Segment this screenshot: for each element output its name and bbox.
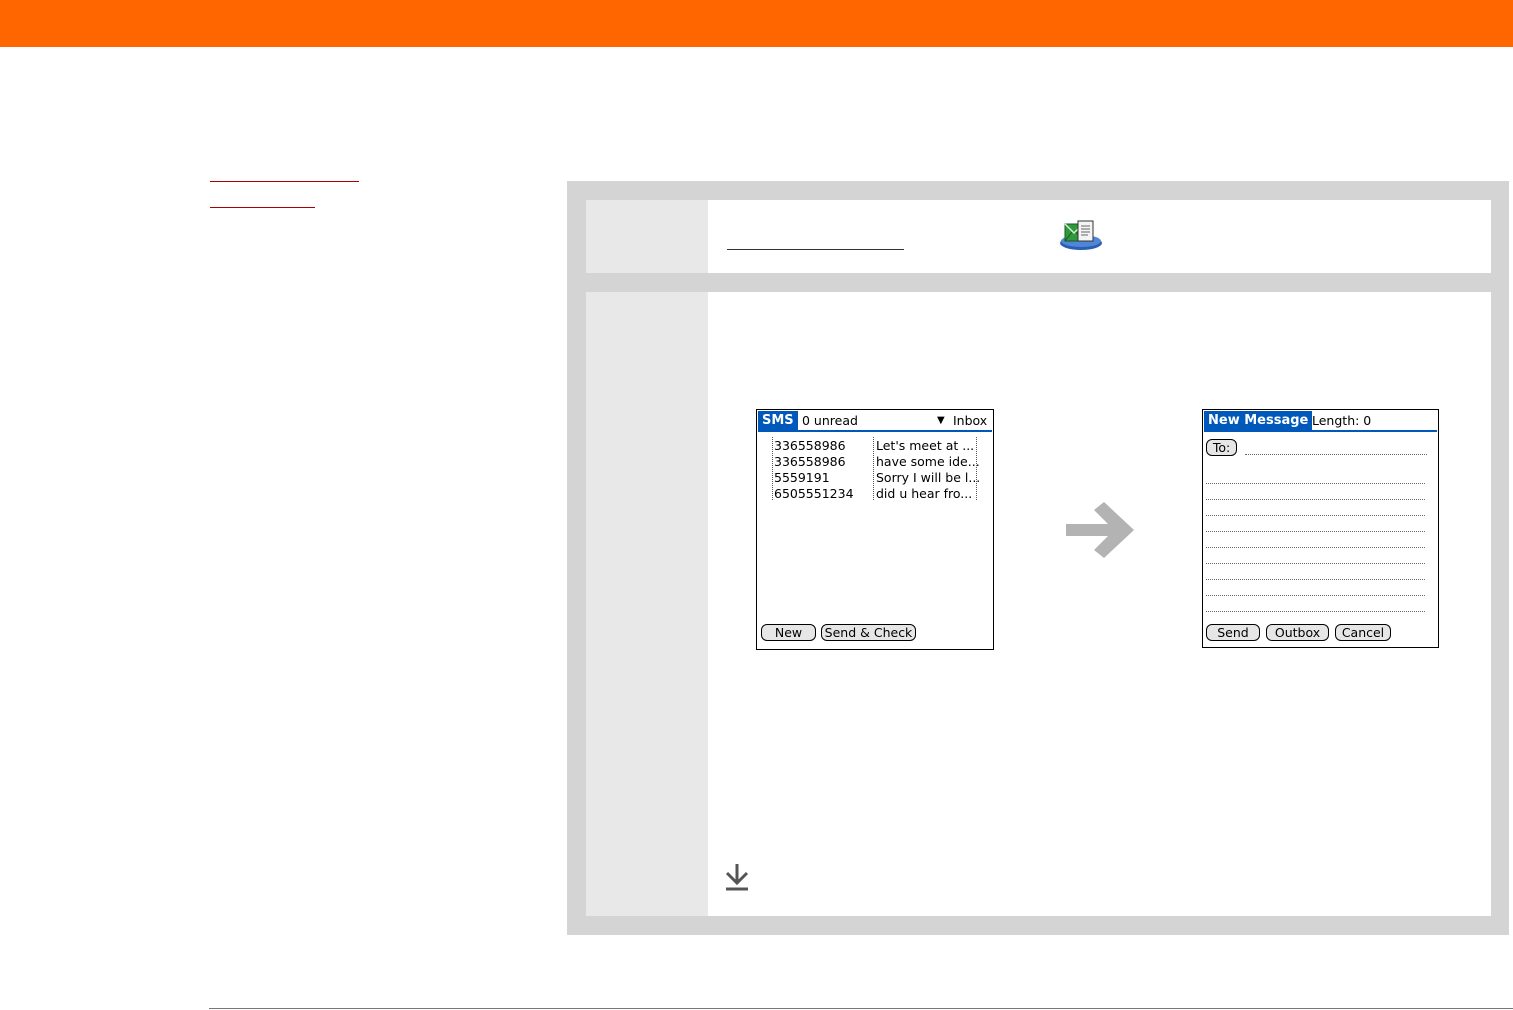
unread-count: 0 unread xyxy=(802,413,858,428)
body-line[interactable] xyxy=(1206,515,1425,516)
body-line[interactable] xyxy=(1206,595,1425,596)
messaging-app-icon xyxy=(1060,220,1102,250)
sidebar-link-1[interactable] xyxy=(210,181,359,182)
sms-inbox-screen: SMS 0 unread ▼ Inbox 336558986 Let's mee… xyxy=(756,409,994,650)
message-sender[interactable]: 336558986 xyxy=(774,438,846,454)
list-divider-left xyxy=(772,437,773,500)
step-1-link[interactable] xyxy=(727,249,904,250)
step-2-label xyxy=(586,292,708,916)
message-preview[interactable]: have some ide... xyxy=(876,454,980,470)
message-sender[interactable]: 336558986 xyxy=(774,454,846,470)
body-line[interactable] xyxy=(1206,579,1425,580)
folder-dropdown-icon[interactable]: ▼ xyxy=(937,413,945,429)
header-bar xyxy=(0,0,1513,47)
body-line[interactable] xyxy=(1206,531,1425,532)
new-button[interactable]: New xyxy=(761,624,816,641)
step-1-label xyxy=(586,200,708,273)
to-field[interactable] xyxy=(1245,454,1427,455)
send-check-button[interactable]: Send & Check xyxy=(821,624,916,641)
body-line[interactable] xyxy=(1206,547,1425,548)
new-message-title-rule xyxy=(1204,430,1437,432)
sidebar-link-2[interactable] xyxy=(210,207,315,208)
message-preview[interactable]: Let's meet at ... xyxy=(876,438,974,454)
message-length: Length: 0 xyxy=(1312,413,1372,428)
outbox-button[interactable]: Outbox xyxy=(1266,624,1329,641)
new-message-screen: New Message Length: 0 To: Send Outbox Ca… xyxy=(1202,409,1439,648)
body-line[interactable] xyxy=(1206,483,1425,484)
message-preview[interactable]: did u hear fro... xyxy=(876,486,972,502)
body-line[interactable] xyxy=(1206,563,1425,564)
new-message-title: New Message xyxy=(1204,411,1313,430)
download-arrow-icon[interactable] xyxy=(724,862,750,892)
footer-rule xyxy=(209,1008,1513,1009)
message-sender[interactable]: 6505551234 xyxy=(774,486,854,502)
sms-title-rule xyxy=(758,430,992,432)
list-divider-mid xyxy=(873,437,874,500)
message-preview[interactable]: Sorry I will be l... xyxy=(876,470,980,486)
folder-dropdown[interactable]: Inbox xyxy=(953,413,987,429)
send-button[interactable]: Send xyxy=(1206,624,1260,641)
body-line[interactable] xyxy=(1206,611,1425,612)
sms-title: SMS xyxy=(758,411,798,430)
body-line[interactable] xyxy=(1206,499,1425,500)
message-sender[interactable]: 5559191 xyxy=(774,470,830,486)
cancel-button[interactable]: Cancel xyxy=(1335,624,1391,641)
to-button[interactable]: To: xyxy=(1206,439,1237,456)
right-arrow-icon xyxy=(1066,502,1134,558)
